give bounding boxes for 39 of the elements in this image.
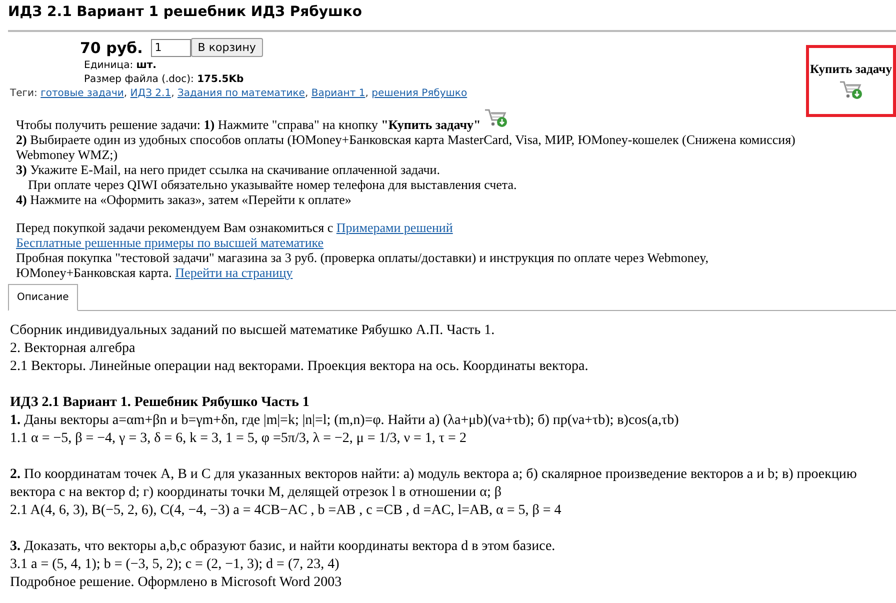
description-text: 1.1 α = −5, β = −4, γ = 3, δ = 6, k = 3, 1 = 5, φ =5π/3, λ = −2, μ = 1/3, ν = 1, τ = 2 (10, 430, 468, 448)
tag-link[interactable]: ИДЗ 2.1 (130, 88, 172, 99)
note-text: Перед покупкой задачи рекомендуем Вам ознакомиться с Примерами решений (16, 220, 454, 235)
tag-link[interactable]: решения Рябушко (372, 88, 468, 99)
buy-task-button[interactable]: Купить задачу (806, 45, 896, 117)
description-text: 2. По координатам точек A, B и C для указанных векторов найти: а) модуль вектора a; б) скалярное произведение векторов a и b; в) проекцию вектора c на вектор d; г) координаты точки M, делящей отрезок l в отношении α; β (10, 466, 858, 502)
separator: , (365, 88, 368, 99)
link[interactable]: Примерами решений (336, 220, 453, 235)
tag-link[interactable]: Задания по математике (177, 88, 305, 99)
separator: , (124, 88, 128, 99)
tab[interactable]: Описание (8, 284, 78, 311)
note-text: Пробная покупка "тестовой задачи" магазина за 3 руб. (проверка оплаты/доставки) и инструкция по оплате через Webmoney, ЮMoney+Банковская карта. Перейти на страницу (16, 250, 710, 280)
instruction-text: При оплате через QIWI обязательно указывайте номер телефона для выставления счета. (28, 177, 517, 192)
description-text: Подробное решение. Оформлено в Microsoft Word 2003 (10, 574, 343, 592)
instruction-text: 2) Выбираете один из удобных способов оплаты (ЮMoney+Банковская карта MasterCard, Visa, МИР, ЮMoney-кошелек (Снижена комиссия) Webmoney WMZ;) (16, 132, 796, 162)
description-text: 2.1 Векторы. Линейные операции над векторами. Проекция вектора на ось. Координаты вектора. (10, 358, 590, 376)
description-text: Сборник индивидуальных заданий по высшей математике Рябушко А.П. Часть 1. (10, 322, 496, 340)
unit-text: Единица: шт. (84, 60, 158, 71)
description-text: 2. Векторная алгебра (10, 340, 136, 358)
description-text: 2.1 A(4, 6, 3), B(−5, 2, 6), C(4, −4, −3) a = 4CB−AC , b =AB , c =CB , d =AC, l=AB, α = 5, β = 4 (10, 502, 562, 520)
description-text: 3. Доказать, что векторы a,b,c образуют базис, и найти координаты вектора d в этом базисе. (10, 538, 556, 556)
tag-link[interactable]: Вариант 1 (311, 88, 366, 99)
tag-link[interactable]: готовые задачи (40, 88, 124, 99)
link[interactable]: Перейти на страницу (175, 265, 293, 280)
page-title: ИДЗ 2.1 Вариант 1 решебник ИДЗ Рябушко (8, 4, 364, 20)
separator: , (171, 88, 174, 99)
tags-label: Теги: (10, 88, 38, 99)
description-text: 1. Даны векторы a=αm+βn и b=γm+δn, где |m|=k; |n|=l; (m,n)=φ. Найти а) (λa+μb)(νa+τb); б) пр(νa+τb); в)cos(a,τb) (10, 412, 680, 430)
file-size-text: Размер файла (.doc): 175.5Kb (84, 74, 245, 85)
separator: , (304, 88, 308, 99)
add-to-cart-button[interactable]: В корзину (190, 38, 263, 57)
instruction-text: Чтобы получить решение задачи: 1) Нажмите "справа" на кнопку "Купить задачу" (16, 117, 481, 132)
instruction-text: 3) Укажите E-Mail, на него придет ссылка на скачивание оплаченной задачи. (16, 162, 440, 177)
link[interactable]: Бесплатные решенные примеры по высшей математике (16, 235, 324, 250)
instruction-text: 4) Нажмите на «Оформить заказ», затем «Перейти к оплате» (16, 192, 352, 207)
description-text: 3.1 a = (5, 4, 1); b = (−3, 5, 2); c = (2, −1, 3); d = (7, 23, 4) (10, 556, 340, 574)
description-text: ИДЗ 2.1 Вариант 1. Решебник Рябушко Часть 1 (10, 394, 310, 412)
quantity-field[interactable]: 1 (150, 38, 191, 56)
price: 70 руб. (80, 38, 143, 56)
